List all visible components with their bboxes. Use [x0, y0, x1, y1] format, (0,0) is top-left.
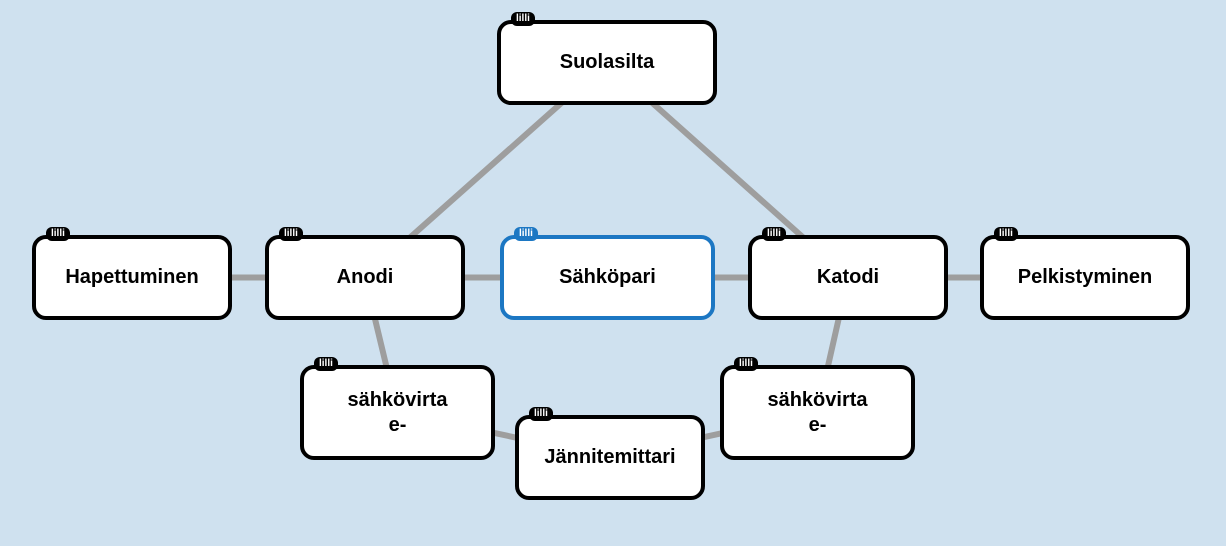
node-katodi[interactable]: lilli Katodi: [748, 235, 948, 320]
node-anodi[interactable]: lilli Anodi: [265, 235, 465, 320]
node-sahkovirta-right[interactable]: lilli sähkövirta e-: [720, 365, 915, 460]
node-tag: lilli: [314, 357, 338, 371]
diagram-canvas: lilli Suolasilta lilli Hapettuminen lill…: [0, 0, 1226, 546]
node-hapettuminen[interactable]: lilli Hapettuminen: [32, 235, 232, 320]
node-label: Anodi: [337, 265, 394, 290]
node-tag: lilli: [511, 12, 535, 26]
node-tag: lilli: [46, 227, 70, 241]
node-label: Katodi: [817, 265, 879, 290]
node-tag: lilli: [762, 227, 786, 241]
node-label: Sähköpari: [559, 265, 656, 290]
node-label: sähkövirta e-: [767, 388, 867, 438]
node-label: Jännitemittari: [544, 445, 675, 470]
node-jannitemittari[interactable]: lilli Jännitemittari: [515, 415, 705, 500]
node-suolasilta[interactable]: lilli Suolasilta: [497, 20, 717, 105]
node-tag: lilli: [514, 227, 538, 241]
node-tag: lilli: [734, 357, 758, 371]
node-pelkistyminen[interactable]: lilli Pelkistyminen: [980, 235, 1190, 320]
node-tag: lilli: [279, 227, 303, 241]
node-label: Suolasilta: [560, 50, 654, 75]
node-label: Hapettuminen: [65, 265, 198, 290]
node-sahkovirta-left[interactable]: lilli sähkövirta e-: [300, 365, 495, 460]
node-label: Pelkistyminen: [1018, 265, 1153, 290]
node-label: sähkövirta e-: [347, 388, 447, 438]
node-tag: lilli: [994, 227, 1018, 241]
node-tag: lilli: [529, 407, 553, 421]
node-sahkopari[interactable]: lilli Sähköpari: [500, 235, 715, 320]
